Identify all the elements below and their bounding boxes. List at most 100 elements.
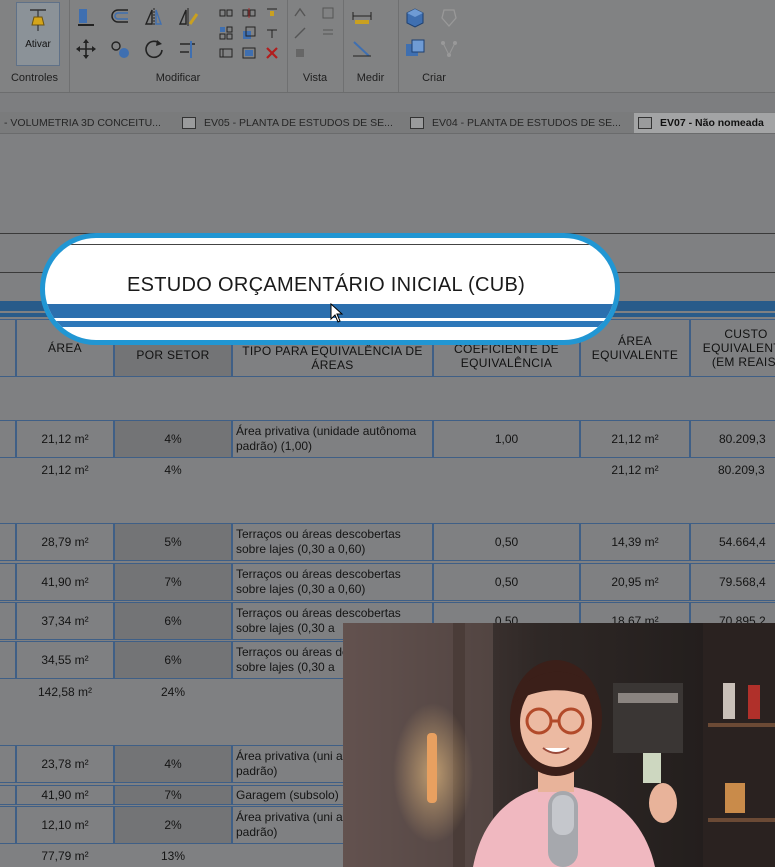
subtotal-pct: 24%: [160, 684, 186, 699]
panel-label-vista: Vista: [302, 72, 328, 84]
tab-label: EV05 - PLANTA DE ESTUDOS DE SE...: [204, 117, 393, 129]
table-cell-area[interactable]: 34,55 m²: [16, 641, 114, 679]
thin-lines-icon[interactable]: [321, 26, 335, 40]
rotate-icon[interactable]: [143, 38, 165, 60]
table-cell-pct[interactable]: 6%: [114, 602, 232, 640]
table-cell-first[interactable]: [0, 420, 16, 458]
subtotal-pct: 13%: [160, 848, 186, 863]
ativar-label: Ativar: [25, 39, 51, 50]
table-cell-coef[interactable]: 0,50: [433, 563, 580, 601]
table-cell-area[interactable]: 21,12 m²: [16, 420, 114, 458]
move-icon[interactable]: [75, 38, 97, 60]
panel-label-controles: Controles: [10, 72, 59, 84]
panel-label-modificar: Modificar: [155, 72, 201, 84]
create-similar-icon[interactable]: [438, 38, 460, 60]
copy-icon[interactable]: [109, 38, 131, 60]
table-cell-pct[interactable]: 4%: [114, 745, 232, 783]
table-cell-custo[interactable]: 54.664,4: [690, 523, 775, 561]
split-gap-icon[interactable]: [242, 6, 256, 20]
table-cell-coef[interactable]: 1,00: [433, 420, 580, 458]
table-cell-area-equiv[interactable]: 14,39 m²: [580, 523, 690, 561]
table-cell-tipo[interactable]: Terraços ou áreas descobertas sobre laje…: [232, 563, 433, 601]
align-icon[interactable]: [75, 6, 97, 28]
split-element-icon[interactable]: [219, 6, 233, 20]
table-cell-pct[interactable]: 2%: [114, 806, 232, 844]
sheet-view-icon: [182, 117, 196, 129]
tab-ev05[interactable]: EV05 - PLANTA DE ESTUDOS DE SE...: [182, 113, 404, 133]
unpin-icon[interactable]: [265, 26, 279, 40]
ribbon: Ativar Controles Modificar Vista Medir C…: [0, 0, 775, 93]
table-cell-area[interactable]: 12,10 m²: [16, 806, 114, 844]
col-header-first[interactable]: [0, 319, 16, 377]
ativar-button[interactable]: Ativar: [16, 2, 60, 66]
tab-label: - VOLUMETRIA 3D CONCEITU...: [4, 117, 161, 129]
table-cell-area-equiv[interactable]: 21,12 m²: [580, 420, 690, 458]
create-parts-icon[interactable]: [438, 6, 460, 28]
aligned-dimension-icon[interactable]: [351, 6, 373, 28]
override-graphics-icon[interactable]: [321, 6, 335, 20]
table-cell-area[interactable]: 41,90 m²: [16, 785, 114, 805]
sheet-view-icon: [410, 117, 424, 129]
title-magnifier: ESTUDO ORÇAMENTÁRIO INICIAL (CUB): [40, 233, 620, 345]
mirror-pick-axis-icon[interactable]: [143, 6, 165, 28]
table-cell-tipo[interactable]: Terraços ou áreas descobertas sobre laje…: [232, 523, 433, 561]
subtotal-area: 77,79 m²: [41, 848, 89, 863]
table-cell-pct[interactable]: 7%: [114, 785, 232, 805]
create-assembly-icon[interactable]: [404, 6, 426, 28]
array-icon[interactable]: [219, 26, 233, 40]
offset-icon[interactable]: [109, 6, 131, 28]
table-cell-area-equiv[interactable]: 20,95 m²: [580, 563, 690, 601]
subtotal-custo: 80.209,3: [718, 462, 765, 477]
table-cell-coef[interactable]: 0,50: [433, 523, 580, 561]
table-cell-area[interactable]: 41,90 m²: [16, 563, 114, 601]
table-cell-pct[interactable]: 7%: [114, 563, 232, 601]
panel-criar: Criar: [398, 0, 470, 92]
table-cell-first[interactable]: [0, 745, 16, 783]
table-cell-area[interactable]: 28,79 m²: [16, 523, 114, 561]
panel-vista: Vista: [287, 0, 344, 92]
scale-icon[interactable]: [242, 26, 256, 40]
table-cell-first[interactable]: [0, 785, 16, 805]
tab-label: EV04 - PLANTA DE ESTUDOS DE SE...: [432, 117, 621, 129]
table-cell-tipo[interactable]: Área privativa (unidade autônoma padrão)…: [232, 420, 433, 458]
table-cell-pct[interactable]: 5%: [114, 523, 232, 561]
app-frame: Ativar Controles Modificar Vista Medir C…: [0, 0, 775, 867]
table-cell-first[interactable]: [0, 641, 16, 679]
subtotal-pct: 4%: [164, 462, 182, 477]
mirror-draw-axis-icon[interactable]: [177, 6, 199, 28]
table-cell-custo[interactable]: 79.568,4: [690, 563, 775, 601]
schedule-title[interactable]: ESTUDO ORÇAMENTÁRIO INICIAL (CUB): [127, 274, 525, 297]
match-type-icon[interactable]: [242, 46, 256, 60]
pin-small-icon[interactable]: [265, 6, 279, 20]
subtotal-area: 21,12 m²: [41, 462, 89, 477]
table-cell-pct[interactable]: 6%: [114, 641, 232, 679]
trim-extend-icon[interactable]: [177, 38, 199, 60]
col-header-custo[interactable]: CUSTO EQUIVALENTE (EM REAIS): [690, 319, 775, 377]
view-tab-bar: - VOLUMETRIA 3D CONCEITU... EV05 - PLANT…: [0, 112, 775, 134]
tab-volumetria[interactable]: - VOLUMETRIA 3D CONCEITU...: [4, 113, 174, 133]
table-cell-area[interactable]: 37,34 m²: [16, 602, 114, 640]
table-cell-pct[interactable]: 4%: [114, 420, 232, 458]
table-cell-custo[interactable]: 80.209,3: [690, 420, 775, 458]
subtotal-area: 142,58 m²: [37, 684, 93, 699]
table-cell-first[interactable]: [0, 806, 16, 844]
table-cell-first[interactable]: [0, 563, 16, 601]
panel-medir: Medir: [343, 0, 399, 92]
panel-label-criar: Criar: [422, 72, 446, 84]
tab-ev07[interactable]: EV07 - Não nomeada: [634, 113, 775, 133]
table-cell-first[interactable]: [0, 523, 16, 561]
hide-element-icon[interactable]: [293, 6, 307, 20]
table-cell-area[interactable]: 23,78 m²: [16, 745, 114, 783]
create-group-icon[interactable]: [404, 38, 426, 60]
view-filter-icon[interactable]: [293, 46, 307, 60]
delete-icon[interactable]: [265, 46, 279, 60]
linework-icon[interactable]: [293, 26, 307, 40]
measure-icon[interactable]: [351, 38, 373, 60]
sheet-view-icon: [638, 117, 652, 129]
tab-ev04[interactable]: EV04 - PLANTA DE ESTUDOS DE SE...: [410, 113, 630, 133]
delete-array-icon[interactable]: [219, 46, 233, 60]
table-cell-first[interactable]: [0, 602, 16, 640]
cursor-icon: [330, 303, 344, 323]
panel-controles: Ativar Controles: [0, 0, 70, 92]
pin-icon: [30, 9, 46, 31]
